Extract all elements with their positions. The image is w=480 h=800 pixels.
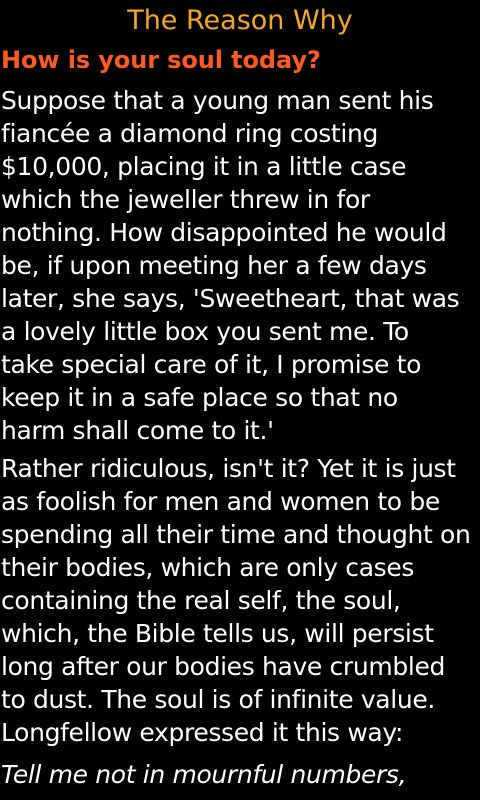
reading-screen[interactable]: The Reason Why How is your soul today? S… <box>0 0 480 800</box>
article-heading: How is your soul today? <box>1 46 321 74</box>
app-title: The Reason Why <box>127 5 353 36</box>
article-paragraph-1: Suppose that a young man sent his fiancé… <box>1 86 460 445</box>
poem-quote-line: Tell me not in mournful numbers, <box>1 760 407 789</box>
article-paragraph-2: Rather ridiculous, isn't it? Yet it is j… <box>1 454 471 747</box>
